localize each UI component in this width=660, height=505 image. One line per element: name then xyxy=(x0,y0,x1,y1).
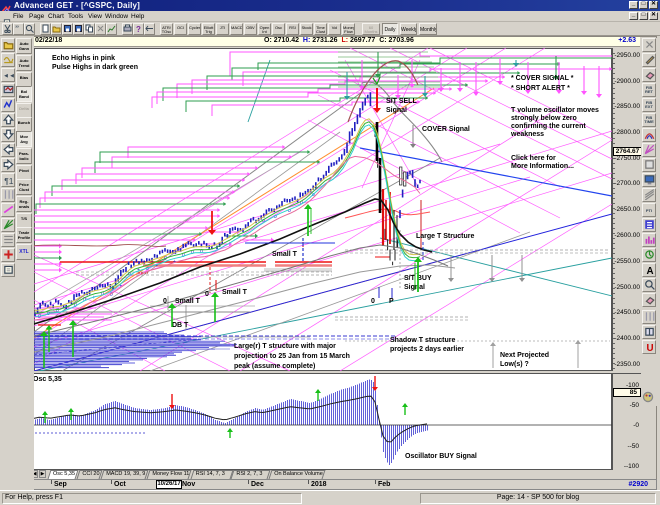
svg-text:DB T: DB T xyxy=(172,322,189,329)
svg-text:weakness: weakness xyxy=(510,131,544,138)
svg-text:Click here for: Click here for xyxy=(511,155,556,162)
svg-text:U: U xyxy=(646,343,653,352)
svg-text:Small T: Small T xyxy=(272,251,298,258)
svg-text:projects 2 days earlier: projects 2 days earlier xyxy=(390,346,464,353)
svg-text:Oscillator BUY Signal: Oscillator BUY Signal xyxy=(405,453,477,460)
svg-text:Signal: Signal xyxy=(386,107,407,114)
svg-text:strongly below zero: strongly below zero xyxy=(511,115,577,122)
svg-text:P: P xyxy=(389,298,394,305)
svg-text:projection to 25 Jan from 15 M: projection to 25 Jan from 15 March xyxy=(234,353,350,360)
svg-text:COVER Signal: COVER Signal xyxy=(422,126,470,133)
svg-text:T volume oscillator moves: T volume oscillator moves xyxy=(511,107,599,114)
svg-text:”: ” xyxy=(15,24,19,33)
svg-text:More Information...: More Information... xyxy=(511,163,574,170)
svg-text:◄◄: ◄◄ xyxy=(3,73,14,80)
svg-text:Shadow T structure: Shadow T structure xyxy=(390,337,455,344)
svg-text:A: A xyxy=(646,266,653,275)
svg-text:Small T: Small T xyxy=(175,298,201,305)
svg-text:confirming the current: confirming the current xyxy=(511,123,586,130)
svg-text:Osc 5,35: Osc 5,35 xyxy=(33,376,62,383)
svg-text:* SHORT ALERT *: * SHORT ALERT * xyxy=(511,85,570,92)
svg-text:Large(r) T structure with majo: Large(r) T structure with major xyxy=(234,343,336,350)
svg-text:?: ? xyxy=(136,25,141,33)
svg-text:0: 0 xyxy=(163,298,167,305)
svg-text:Large T Structure: Large T Structure xyxy=(416,233,474,240)
svg-text:0: 0 xyxy=(371,298,375,305)
svg-text:Echo Highs in pink: Echo Highs in pink xyxy=(52,55,115,62)
svg-text:* COVER SIGNAL *: * COVER SIGNAL * xyxy=(511,75,574,82)
svg-text:+: + xyxy=(92,295,95,301)
svg-text:Pulse Highs in dark green: Pulse Highs in dark green xyxy=(52,64,138,71)
svg-text:peak (assume complete): peak (assume complete) xyxy=(234,363,315,370)
svg-text:Next Projected: Next Projected xyxy=(500,352,549,359)
svg-text:Small T: Small T xyxy=(222,289,248,296)
svg-text:Low(s) ?: Low(s) ? xyxy=(500,361,529,368)
svg-text:S/T SELL: S/T SELL xyxy=(386,98,417,105)
svg-text:0: 0 xyxy=(205,291,209,298)
svg-text:¶1: ¶1 xyxy=(4,176,14,185)
